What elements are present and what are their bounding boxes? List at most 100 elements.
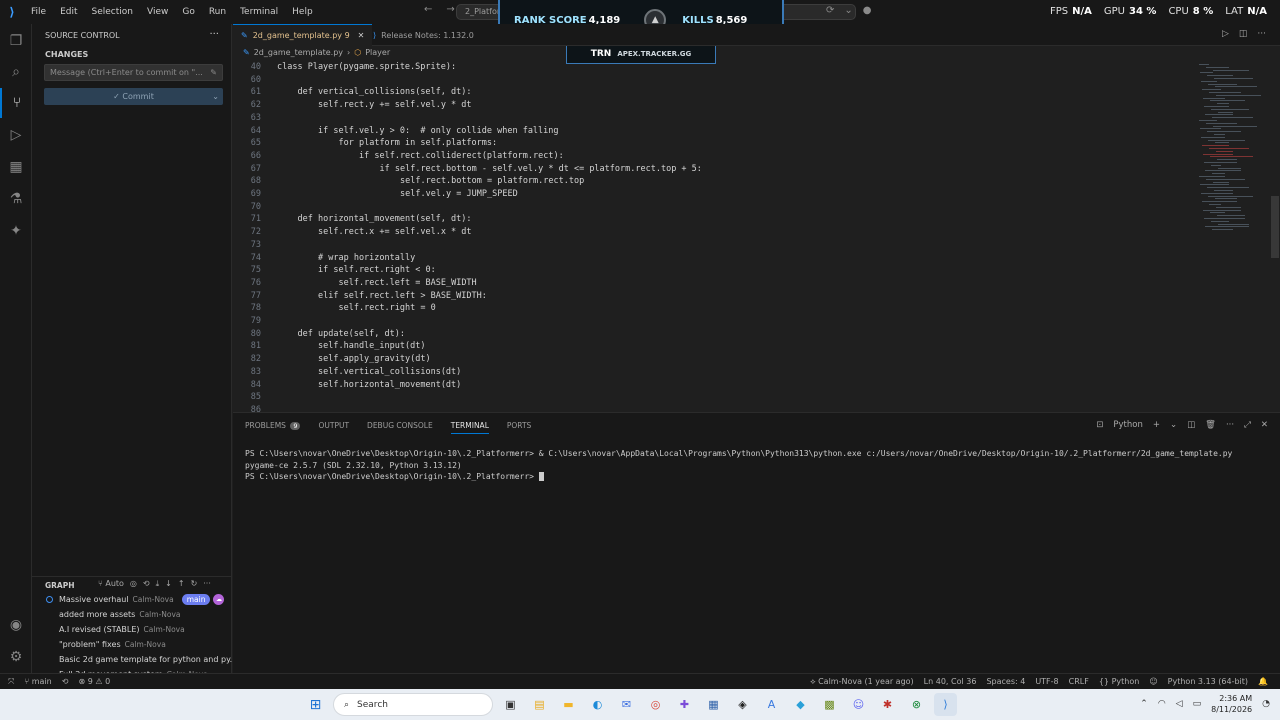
azure-icon[interactable]: A <box>760 693 783 716</box>
new-terminal-icon[interactable]: + <box>1153 420 1160 430</box>
minecraft-icon[interactable]: ▩ <box>818 693 841 716</box>
file-explorer-icon[interactable]: ▬ <box>557 693 580 716</box>
notification-icon[interactable]: ◔ <box>1262 699 1270 709</box>
close-icon[interactable]: ✕ <box>358 31 365 40</box>
code-line[interactable]: 73 <box>233 239 1193 252</box>
explorer-icon[interactable]: ❐ <box>0 26 32 56</box>
menu-run[interactable]: Run <box>202 7 233 17</box>
commit-item[interactable]: added more assets Calm-Nova <box>32 607 232 622</box>
sync-icon[interactable]: ⟲ <box>143 579 150 589</box>
code-line[interactable]: 67 if self.rect.bottom - self.vel.y * dt … <box>233 163 1193 176</box>
account-icon[interactable]: ◉ <box>0 610 32 640</box>
copilot-icon[interactable]: ⟳ <box>826 5 834 16</box>
indentation[interactable]: Spaces: 4 <box>986 677 1025 687</box>
fetch-icon[interactable]: ⤓ <box>156 579 160 589</box>
code-line[interactable]: 79 <box>233 315 1193 328</box>
tab-debug-console[interactable]: DEBUG CONSOLE <box>367 421 433 434</box>
interpreter[interactable]: Python 3.13 (64-bit) <box>1168 677 1248 687</box>
code-line[interactable]: 77 elif self.rect.left > BASE_WIDTH: <box>233 290 1193 303</box>
split-terminal-icon[interactable]: ◫ <box>1187 420 1195 430</box>
chrome-icon[interactable]: ◎ <box>644 693 667 716</box>
run-debug-icon[interactable]: ▷ <box>0 120 32 150</box>
more-icon[interactable]: ··· <box>1257 29 1266 39</box>
code-line[interactable]: 64 if self.vel.y > 0: # only collide when… <box>233 125 1193 138</box>
commit-item[interactable]: "problem" fixes Calm-Nova <box>32 637 232 652</box>
chevron-down-icon[interactable]: ⌄ <box>212 88 219 105</box>
testing-icon[interactable]: ⚗ <box>0 184 32 214</box>
code-line[interactable]: 82 self.apply_gravity(dt) <box>233 353 1193 366</box>
chevron-down-icon[interactable]: ⌄ <box>844 5 852 16</box>
forward-arrow-icon[interactable]: → <box>446 4 454 15</box>
extensions-icon[interactable]: ▦ <box>0 152 32 182</box>
menu-view[interactable]: View <box>140 7 175 17</box>
taskbar-search[interactable]: ⌕ Search <box>333 693 493 716</box>
back-arrow-icon[interactable]: ← <box>424 4 432 15</box>
code-line[interactable]: 63 <box>233 112 1193 125</box>
windows-start-icon[interactable]: ⊞ <box>304 693 327 716</box>
edge-browser-icon[interactable]: ◐ <box>586 693 609 716</box>
code-line[interactable]: 75 if self.rect.right < 0: <box>233 264 1193 277</box>
maximize-panel-icon[interactable]: ⤢ <box>1244 420 1251 430</box>
code-line[interactable]: 81 self.handle_input(dt) <box>233 340 1193 353</box>
widgets-icon[interactable]: ▤ <box>528 693 551 716</box>
tab-problems[interactable]: PROBLEMS 9 <box>245 421 301 434</box>
search-icon[interactable]: ⌕ <box>0 57 32 87</box>
code-line[interactable]: 65 for platform in self.platforms: <box>233 137 1193 150</box>
code-line[interactable]: 83 self.vertical_collisions(dt) <box>233 366 1193 379</box>
commit-item[interactable]: Basic 2d game template for python and py… <box>32 652 232 667</box>
menu-terminal[interactable]: Terminal <box>233 7 285 17</box>
more-icon[interactable]: ··· <box>1226 420 1234 430</box>
encoding[interactable]: UTF-8 <box>1035 677 1058 687</box>
wifi-icon[interactable]: ◠ <box>1158 699 1166 709</box>
trash-icon[interactable]: 🗑 <box>1205 420 1216 430</box>
outlook-icon[interactable]: ✉ <box>615 693 638 716</box>
code-line[interactable]: 85 <box>233 391 1193 404</box>
game-icon[interactable]: ✱ <box>876 693 899 716</box>
minimap[interactable] <box>1193 60 1280 412</box>
code-line[interactable]: 60 <box>233 74 1193 87</box>
accounts-icon[interactable]: ● <box>863 5 872 16</box>
task-view-icon[interactable]: ▣ <box>499 693 522 716</box>
code-editor[interactable]: 40 class Player(pygame.sprite.Sprite): 60 6… <box>233 60 1193 412</box>
terminal-output[interactable]: PS C:\Users\novar\OneDrive\Desktop\Origi… <box>245 448 1232 483</box>
sparkle-icon[interactable]: ✎ <box>210 65 217 80</box>
menu-file[interactable]: File <box>24 7 53 17</box>
breadcrumb-symbol[interactable]: Player <box>365 48 390 57</box>
branch-auto-icon[interactable]: ⑂ Auto <box>98 579 124 589</box>
commit-message-input[interactable]: Message (Ctrl+Enter to commit on "... ✎ <box>44 64 223 81</box>
language-mode[interactable]: {} Python <box>1099 677 1139 687</box>
split-editor-icon[interactable]: ◫ <box>1239 29 1248 39</box>
terminal-shell-name[interactable]: Python <box>1113 420 1142 430</box>
breadcrumb-file[interactable]: 2d_game_template.py <box>254 48 343 57</box>
sync-icon[interactable]: ⟲ <box>62 677 69 687</box>
target-icon[interactable]: ◎ <box>130 579 137 589</box>
code-line[interactable]: 68 self.rect.bottom = platform.rect.top <box>233 175 1193 188</box>
xbox-icon[interactable]: ⊗ <box>905 693 928 716</box>
code-line[interactable]: 74 # wrap horizontally <box>233 252 1193 265</box>
chevron-up-icon[interactable]: ⌃ <box>1140 699 1148 709</box>
problems-status[interactable]: ⊗ 9 ⚠ 0 <box>78 677 110 687</box>
code-line[interactable]: 69 self.vel.y = JUMP_SPEED <box>233 188 1193 201</box>
refresh-icon[interactable]: ↻ <box>191 579 198 589</box>
commit-item[interactable]: Massive overhaul Calm-Nova main ☁ <box>32 592 232 607</box>
changes-header[interactable]: CHANGES <box>45 50 88 59</box>
commit-button[interactable]: ✓ Commit ⌄ <box>44 88 223 105</box>
code-line[interactable]: 86 <box>233 404 1193 412</box>
tab-ports[interactable]: PORTS <box>507 421 531 434</box>
tab-2d-game-template[interactable]: ✎ 2d_game_template.py 9 ✕ <box>233 24 373 46</box>
code-line[interactable]: 80 def update(self, dt): <box>233 328 1193 341</box>
close-panel-icon[interactable]: ✕ <box>1261 420 1268 430</box>
chevron-down-icon[interactable]: ⌄ <box>1170 420 1177 430</box>
cursor-position[interactable]: Ln 40, Col 36 <box>924 677 977 687</box>
source-control-icon[interactable]: ⑂ <box>0 88 32 118</box>
tab-terminal[interactable]: TERMINAL <box>450 421 489 434</box>
code-line[interactable]: 70 <box>233 201 1193 214</box>
push-icon[interactable]: ↑ <box>178 579 185 589</box>
notifications-bell-icon[interactable]: 🔔 <box>1258 677 1268 687</box>
branch-status[interactable]: ⑂ main <box>24 677 51 687</box>
battery-icon[interactable]: ▭ <box>1193 699 1202 709</box>
code-line[interactable]: 40 class Player(pygame.sprite.Sprite): <box>233 61 1193 74</box>
run-icon[interactable]: ▷ <box>1222 29 1229 39</box>
code-line[interactable]: 71 def horizontal_movement(self, dt): <box>233 213 1193 226</box>
volume-icon[interactable]: ◁ <box>1176 699 1183 709</box>
